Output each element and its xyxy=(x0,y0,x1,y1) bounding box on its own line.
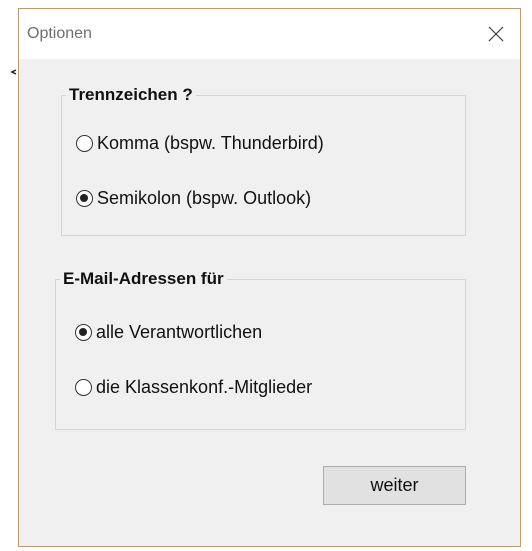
radio-semicolon-indicator[interactable] xyxy=(76,190,93,207)
radio-comma-label: Komma (bspw. Thunderbird) xyxy=(97,133,324,153)
recipients-group: E-Mail-Adressen für alle Verantwortliche… xyxy=(55,269,466,430)
background-arrow-icon xyxy=(10,69,17,75)
radio-class-conference-members[interactable]: die Klassenkonf.-Mitglieder xyxy=(75,377,312,398)
background-fragment xyxy=(0,60,18,100)
radio-all-responsible[interactable]: alle Verantwortlichen xyxy=(75,322,262,343)
title-bar: Optionen xyxy=(19,9,520,59)
separator-group-title: Trennzeichen ? xyxy=(66,85,196,105)
window-title: Optionen xyxy=(27,25,92,42)
radio-comma[interactable]: Komma (bspw. Thunderbird) xyxy=(76,133,324,154)
continue-button[interactable]: weiter xyxy=(323,466,466,505)
radio-class-conference-members-indicator[interactable] xyxy=(75,379,92,396)
close-button[interactable] xyxy=(474,9,520,59)
radio-class-conference-members-label: die Klassenkonf.-Mitglieder xyxy=(96,377,313,397)
radio-all-responsible-label: alle Verantwortlichen xyxy=(96,322,263,342)
radio-semicolon[interactable]: Semikolon (bspw. Outlook) xyxy=(76,188,311,209)
close-icon xyxy=(488,26,504,42)
radio-comma-indicator[interactable] xyxy=(76,135,93,152)
radio-all-responsible-indicator[interactable] xyxy=(75,324,92,341)
recipients-group-title: E-Mail-Adressen für xyxy=(60,269,227,289)
separator-group: Trennzeichen ? Komma (bspw. Thunderbird)… xyxy=(61,85,466,236)
radio-semicolon-label: Semikolon (bspw. Outlook) xyxy=(97,188,312,208)
options-dialog: Optionen Trennzeichen ? Komma (bspw. Thu… xyxy=(18,8,521,547)
dialog-content: Trennzeichen ? Komma (bspw. Thunderbird)… xyxy=(19,59,520,546)
